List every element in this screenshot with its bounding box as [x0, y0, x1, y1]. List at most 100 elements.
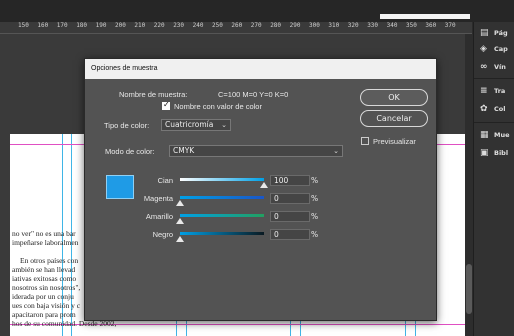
- panel-item-cap[interactable]: ◈ Cap: [480, 42, 508, 56]
- scrollbar-thumb[interactable]: [466, 264, 472, 314]
- chevron-down-icon: ⌄: [333, 147, 339, 155]
- channel-slider-track[interactable]: [180, 196, 264, 199]
- channel-value-field[interactable]: 0: [270, 229, 310, 240]
- swatches-icon: ▦: [480, 129, 489, 140]
- panel-item-label: Pág: [494, 29, 508, 37]
- panel-item-label: Mue: [494, 131, 510, 139]
- ruler-tick-label: 240: [192, 22, 204, 29]
- document-text-line: no ver" no es una bar: [12, 229, 76, 238]
- color-type-label: Tipo de color:: [104, 121, 150, 130]
- stroke-icon: ≡: [480, 85, 488, 96]
- color-type-select[interactable]: Cuatricromía ⌄: [161, 119, 231, 131]
- ruler-tick-label: 210: [134, 22, 146, 29]
- ruler-tick-label: 180: [76, 22, 88, 29]
- ruler-tick-label: 200: [115, 22, 126, 29]
- ruler-tick-label: 290: [289, 22, 301, 29]
- ruler-tick-label: 250: [212, 22, 223, 29]
- ruler-tick-label: 190: [95, 22, 107, 29]
- ruler-tick-label: 150: [18, 22, 29, 29]
- sample-name-value[interactable]: C=100 M=0 Y=0 K=0: [218, 90, 288, 99]
- application-bar: [0, 0, 514, 22]
- ruler-tick-label: 270: [250, 22, 262, 29]
- ruler-tick-label: 310: [328, 22, 340, 29]
- library-icon: ▣: [480, 147, 489, 158]
- pages-icon: ▤: [480, 27, 489, 38]
- name-with-value-label: Nombre con valor de color: [174, 102, 262, 111]
- ruler-tick-label: 280: [270, 22, 282, 29]
- panel-item-label: Cap: [494, 45, 508, 53]
- document-text-line: apacitaron para prom: [12, 310, 76, 319]
- panel-divider: [474, 122, 514, 123]
- ruler-tick-label: 350: [406, 22, 417, 29]
- document-text-line: iativas exitosas como: [12, 274, 77, 283]
- channel-label-cian: Cian: [157, 176, 173, 185]
- cancel-button[interactable]: Cancelar: [360, 110, 428, 127]
- channel-slider-thumb[interactable]: [260, 182, 268, 188]
- panel-item-label: Col: [494, 105, 506, 113]
- preview-checkbox[interactable]: [361, 137, 369, 145]
- channel-value-field[interactable]: 100: [270, 175, 310, 186]
- sample-name-label: Nombre de muestra:: [119, 90, 188, 99]
- document-text-line: En otros países con: [20, 256, 79, 265]
- ruler-tick-label: 160: [37, 22, 49, 29]
- channel-label-negro: Negro: [152, 230, 173, 239]
- links-icon: ∞: [480, 61, 488, 72]
- channel-value-field[interactable]: 0: [270, 211, 310, 222]
- channel-label-amarillo: Amarillo: [145, 212, 173, 221]
- dialog-title: Opciones de muestra: [85, 59, 436, 79]
- panel-item-bibl[interactable]: ▣ Bibl: [480, 146, 508, 160]
- layers-icon: ◈: [480, 43, 487, 54]
- percent-unit: %: [311, 212, 319, 221]
- panel-item-col[interactable]: ✿ Col: [480, 102, 505, 116]
- channel-value-field[interactable]: 0: [270, 193, 310, 204]
- chevron-down-icon: ⌄: [221, 121, 227, 129]
- panel-item-vín[interactable]: ∞ Vín: [480, 60, 506, 74]
- channel-slider-thumb[interactable]: [176, 218, 184, 224]
- ruler-tick-label: 360: [425, 22, 437, 29]
- panel-item-label: Tra: [494, 87, 506, 95]
- color-type-value: Cuatricromía: [165, 120, 214, 129]
- percent-unit: %: [311, 176, 319, 185]
- ruler-tick-label: 320: [347, 22, 359, 29]
- color-mode-value: CMYK: [173, 146, 195, 155]
- document-text-line: ues con baja visión y c: [12, 301, 81, 310]
- panel-item-mue[interactable]: ▦ Mue: [480, 128, 510, 142]
- right-panel-dock: ▤ Pág ◈ Cap ∞ Vín ≡ Tra ✿ Col ▦ Mue ▣ Bibl: [473, 22, 514, 336]
- channel-slider-track[interactable]: [180, 178, 264, 181]
- panel-item-pág[interactable]: ▤ Pág: [480, 26, 508, 40]
- vertical-scrollbar[interactable]: [465, 34, 473, 336]
- swatch-options-dialog: Opciones de muestra Nombre de muestra: C…: [84, 58, 437, 321]
- percent-unit: %: [311, 230, 319, 239]
- document-text-line: nosotros sin nosotros",: [12, 283, 81, 292]
- ruler-tick-label: 330: [367, 22, 379, 29]
- document-text-line: iderada por un conju: [12, 292, 74, 301]
- channel-slider-track[interactable]: [180, 232, 264, 235]
- panel-item-tra[interactable]: ≡ Tra: [480, 84, 505, 98]
- ruler-tick-label: 370: [444, 22, 456, 29]
- channel-slider-thumb[interactable]: [176, 236, 184, 242]
- document-text-line: impeñarse laboralmen: [12, 238, 79, 247]
- ruler-tick-label: 220: [153, 22, 165, 29]
- ruler-tick-label: 230: [173, 22, 185, 29]
- document-text-line: ambién se han llevad: [12, 265, 76, 274]
- color-mode-select[interactable]: CMYK ⌄: [169, 145, 343, 157]
- ruler-tick-label: 260: [231, 22, 243, 29]
- channel-label-magenta: Magenta: [143, 194, 173, 203]
- panel-item-label: Vín: [494, 63, 506, 71]
- channel-slider-thumb[interactable]: [176, 200, 184, 206]
- ruler-tick-label: 340: [386, 22, 398, 29]
- ruler-tick-label: 170: [56, 22, 68, 29]
- color-icon: ✿: [480, 103, 488, 114]
- tab-highlight: [380, 14, 470, 19]
- panel-item-label: Bibl: [494, 149, 509, 157]
- name-with-value-checkbox[interactable]: [162, 100, 170, 110]
- color-swatch-preview: [106, 175, 134, 199]
- panel-divider: [474, 78, 514, 79]
- ok-button[interactable]: OK: [360, 89, 428, 106]
- color-mode-label: Modo de color:: [105, 147, 155, 156]
- preview-label: Previsualizar: [373, 137, 416, 146]
- ruler-tick-label: 300: [309, 22, 320, 29]
- percent-unit: %: [311, 194, 319, 203]
- horizontal-ruler[interactable]: 150 160 170 180 190 200 210 220 230 240 250 260 270 2…: [0, 22, 472, 34]
- channel-slider-track[interactable]: [180, 214, 264, 217]
